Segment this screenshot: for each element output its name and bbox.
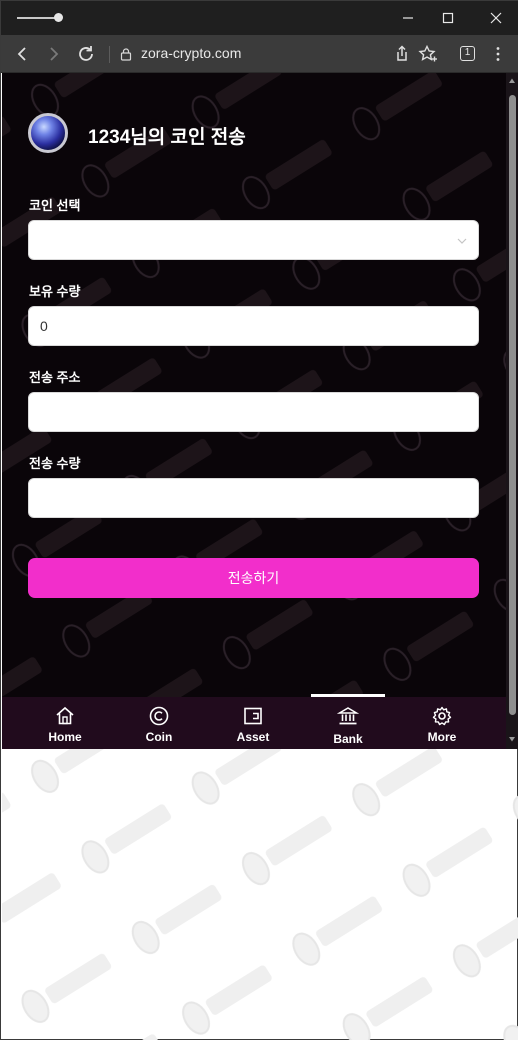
bottom-nav: Home Coin Asset Bank More xyxy=(2,697,506,749)
send-button[interactable]: 전송하기 xyxy=(28,558,479,598)
balance-field[interactable] xyxy=(28,306,479,346)
nav-item-bank[interactable]: Bank xyxy=(310,697,386,749)
avatar xyxy=(28,113,68,153)
scroll-up-arrow-icon[interactable] xyxy=(508,77,516,85)
nav-item-more[interactable]: More xyxy=(404,697,480,749)
zoom-slider-track[interactable] xyxy=(17,17,57,19)
scrollbar-thumb[interactable] xyxy=(509,95,516,715)
browser-window: zora-crypto.com 1 1234님의 코인 전송 코인 선택 보유 … xyxy=(0,0,518,1040)
home-icon xyxy=(56,706,74,725)
gear-icon xyxy=(432,706,452,726)
nav-item-home[interactable]: Home xyxy=(27,697,103,749)
browser-menu-icon[interactable] xyxy=(487,43,509,65)
nav-label-home: Home xyxy=(48,730,82,744)
chevron-down-icon[interactable] xyxy=(456,235,468,247)
maximize-icon[interactable] xyxy=(437,7,459,29)
wallet-icon xyxy=(244,707,262,725)
scroll-down-arrow-icon[interactable] xyxy=(508,735,516,743)
coin-select-label: 코인 선택 xyxy=(29,198,81,213)
address-input[interactable] xyxy=(29,393,478,431)
balance-input[interactable] xyxy=(29,307,478,345)
back-arrow-icon[interactable] xyxy=(11,43,33,65)
coin-select[interactable] xyxy=(28,220,479,260)
amount-input[interactable] xyxy=(29,479,478,517)
url-text[interactable]: zora-crypto.com xyxy=(141,45,241,61)
app-viewport: 1234님의 코인 전송 코인 선택 보유 수량 전송 주소 전송 수량 전송하… xyxy=(2,73,518,749)
address-field[interactable] xyxy=(28,392,479,432)
share-icon[interactable] xyxy=(391,43,413,65)
address-label: 전송 주소 xyxy=(29,370,81,385)
bank-icon xyxy=(337,707,359,725)
nav-item-coin[interactable]: Coin xyxy=(121,697,197,749)
amount-label: 전송 수량 xyxy=(29,456,81,471)
nav-label-more: More xyxy=(427,730,457,744)
nav-label-asset: Asset xyxy=(236,730,270,744)
page-title: 1234님의 코인 전송 xyxy=(88,127,246,148)
nav-item-asset[interactable]: Asset xyxy=(215,697,291,749)
minimize-icon[interactable] xyxy=(397,7,419,29)
close-icon[interactable] xyxy=(485,7,507,29)
nav-label-coin: Coin xyxy=(145,730,173,744)
amount-field[interactable] xyxy=(28,478,479,518)
balance-label: 보유 수량 xyxy=(29,284,81,299)
copyright-icon xyxy=(149,706,169,726)
address-divider xyxy=(109,46,110,63)
forward-arrow-icon[interactable] xyxy=(43,43,65,65)
lock-icon[interactable] xyxy=(119,47,133,61)
title-bar xyxy=(1,1,518,35)
page-scrollbar[interactable] xyxy=(506,73,518,749)
bookmark-star-icon[interactable] xyxy=(417,43,439,65)
zoom-slider-knob[interactable] xyxy=(54,13,63,22)
nav-label-bank: Bank xyxy=(333,732,363,746)
reload-icon[interactable] xyxy=(75,43,97,65)
address-bar: zora-crypto.com 1 xyxy=(1,35,518,73)
coin-select-value[interactable] xyxy=(29,221,478,259)
watermark-pattern-light xyxy=(2,749,518,1040)
tab-count-button[interactable]: 1 xyxy=(460,46,475,61)
